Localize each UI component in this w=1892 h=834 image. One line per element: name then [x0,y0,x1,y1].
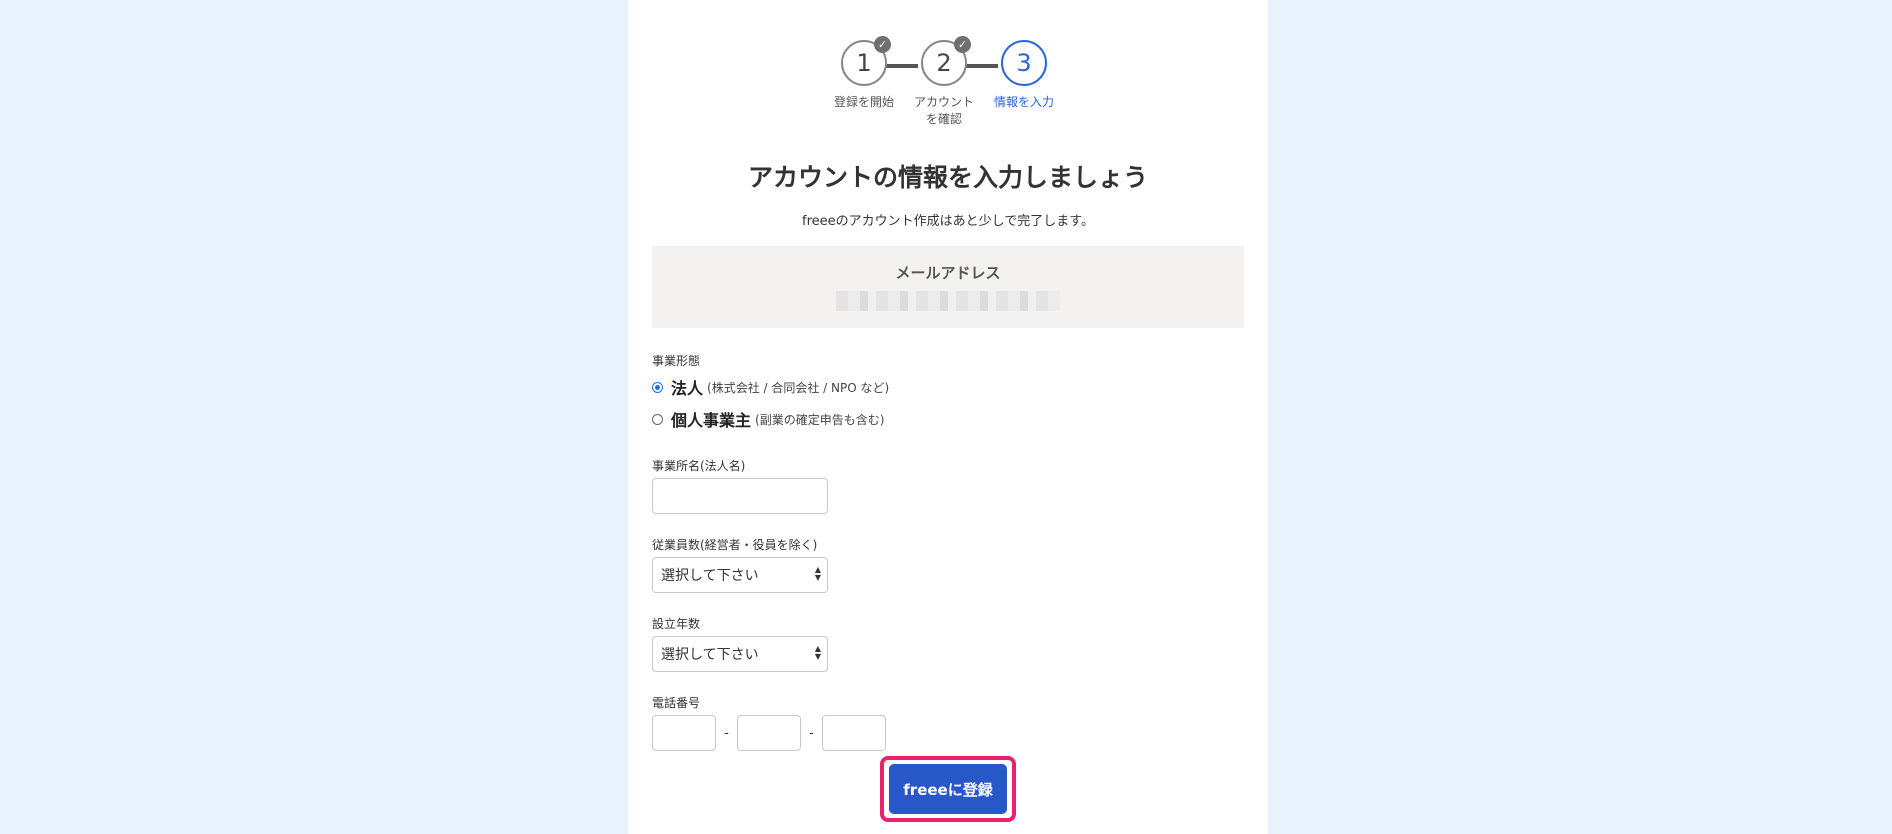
business-type-label: 事業形態 [652,354,701,368]
years-label: 設立年数 [652,617,701,631]
step-3-label: 情報を入力 [993,95,1054,109]
radio-button-corporation[interactable] [652,381,663,393]
employees-label: 従業員数(経営者・役員を除く) [652,538,818,552]
phone-separator: - [724,725,729,741]
check-icon: ✓ [954,36,971,53]
step-1-circle: 1 ✓ [841,36,891,86]
step-3-number: 3 [1016,49,1032,77]
radio-sole-proprietor-note: (副業の確定申告も含む) [755,412,885,427]
registration-card: 1 ✓ 登録を開始 2 ✓ アカウント を確認 3 情報を入力 アカウントの情報… [628,0,1268,834]
radio-sole-proprietor-label: 個人事業主 [671,411,752,430]
email-masked-value [836,291,1060,311]
phone-input-3[interactable] [822,715,886,751]
phone-separator: - [809,725,814,741]
employees-select-value: 選択して下さい [661,568,759,584]
years-select[interactable]: 選択して下さい ▲ ▼ [652,636,828,672]
submit-highlight: freeeに登録 [880,756,1016,822]
radio-sole-proprietor[interactable]: 個人事業主 (副業の確定申告も含む) [652,405,1244,433]
page-title: アカウントの情報を入力しましょう [747,163,1148,192]
register-button[interactable]: freeeに登録 [889,764,1007,814]
sort-arrows-icon: ▲ ▼ [814,565,821,582]
business-name-label: 事業所名(法人名) [652,459,746,473]
progress-stepper: 1 ✓ 登録を開始 2 ✓ アカウント を確認 3 情報を入力 [628,36,1268,140]
email-label: メールアドレス [895,264,1001,282]
radio-button-sole-proprietor[interactable] [652,413,663,425]
step-1-number: 1 [856,49,872,77]
phone-input-1[interactable] [652,715,716,751]
step-3-circle: 3 [1001,40,1047,86]
radio-corporation-label: 法人 [671,379,704,398]
radio-corporation[interactable]: 法人 (株式会社 / 合同会社 / NPO など) [652,373,1244,401]
step-3: 3 情報を入力 [974,40,1074,111]
account-info-form: 事業形態 法人 (株式会社 / 合同会社 / NPO など) 個人事業主 (副業… [652,352,1244,751]
phone-inputs: - - [652,715,1244,751]
employees-select[interactable]: 選択して下さい ▲ ▼ [652,557,828,593]
check-icon: ✓ [874,36,891,53]
radio-corporation-note: (株式会社 / 合同会社 / NPO など) [707,380,890,395]
step-2-number: 2 [936,49,952,77]
business-name-input[interactable] [652,478,828,514]
phone-label: 電話番号 [652,696,701,710]
sort-arrows-icon: ▲ ▼ [814,644,821,661]
step-2-circle: 2 ✓ [921,36,971,86]
years-select-value: 選択して下さい [661,647,759,663]
phone-input-2[interactable] [737,715,801,751]
email-display: メールアドレス [652,246,1244,328]
page-subtitle: freeeのアカウント作成はあと少しで完了します。 [802,214,1094,229]
